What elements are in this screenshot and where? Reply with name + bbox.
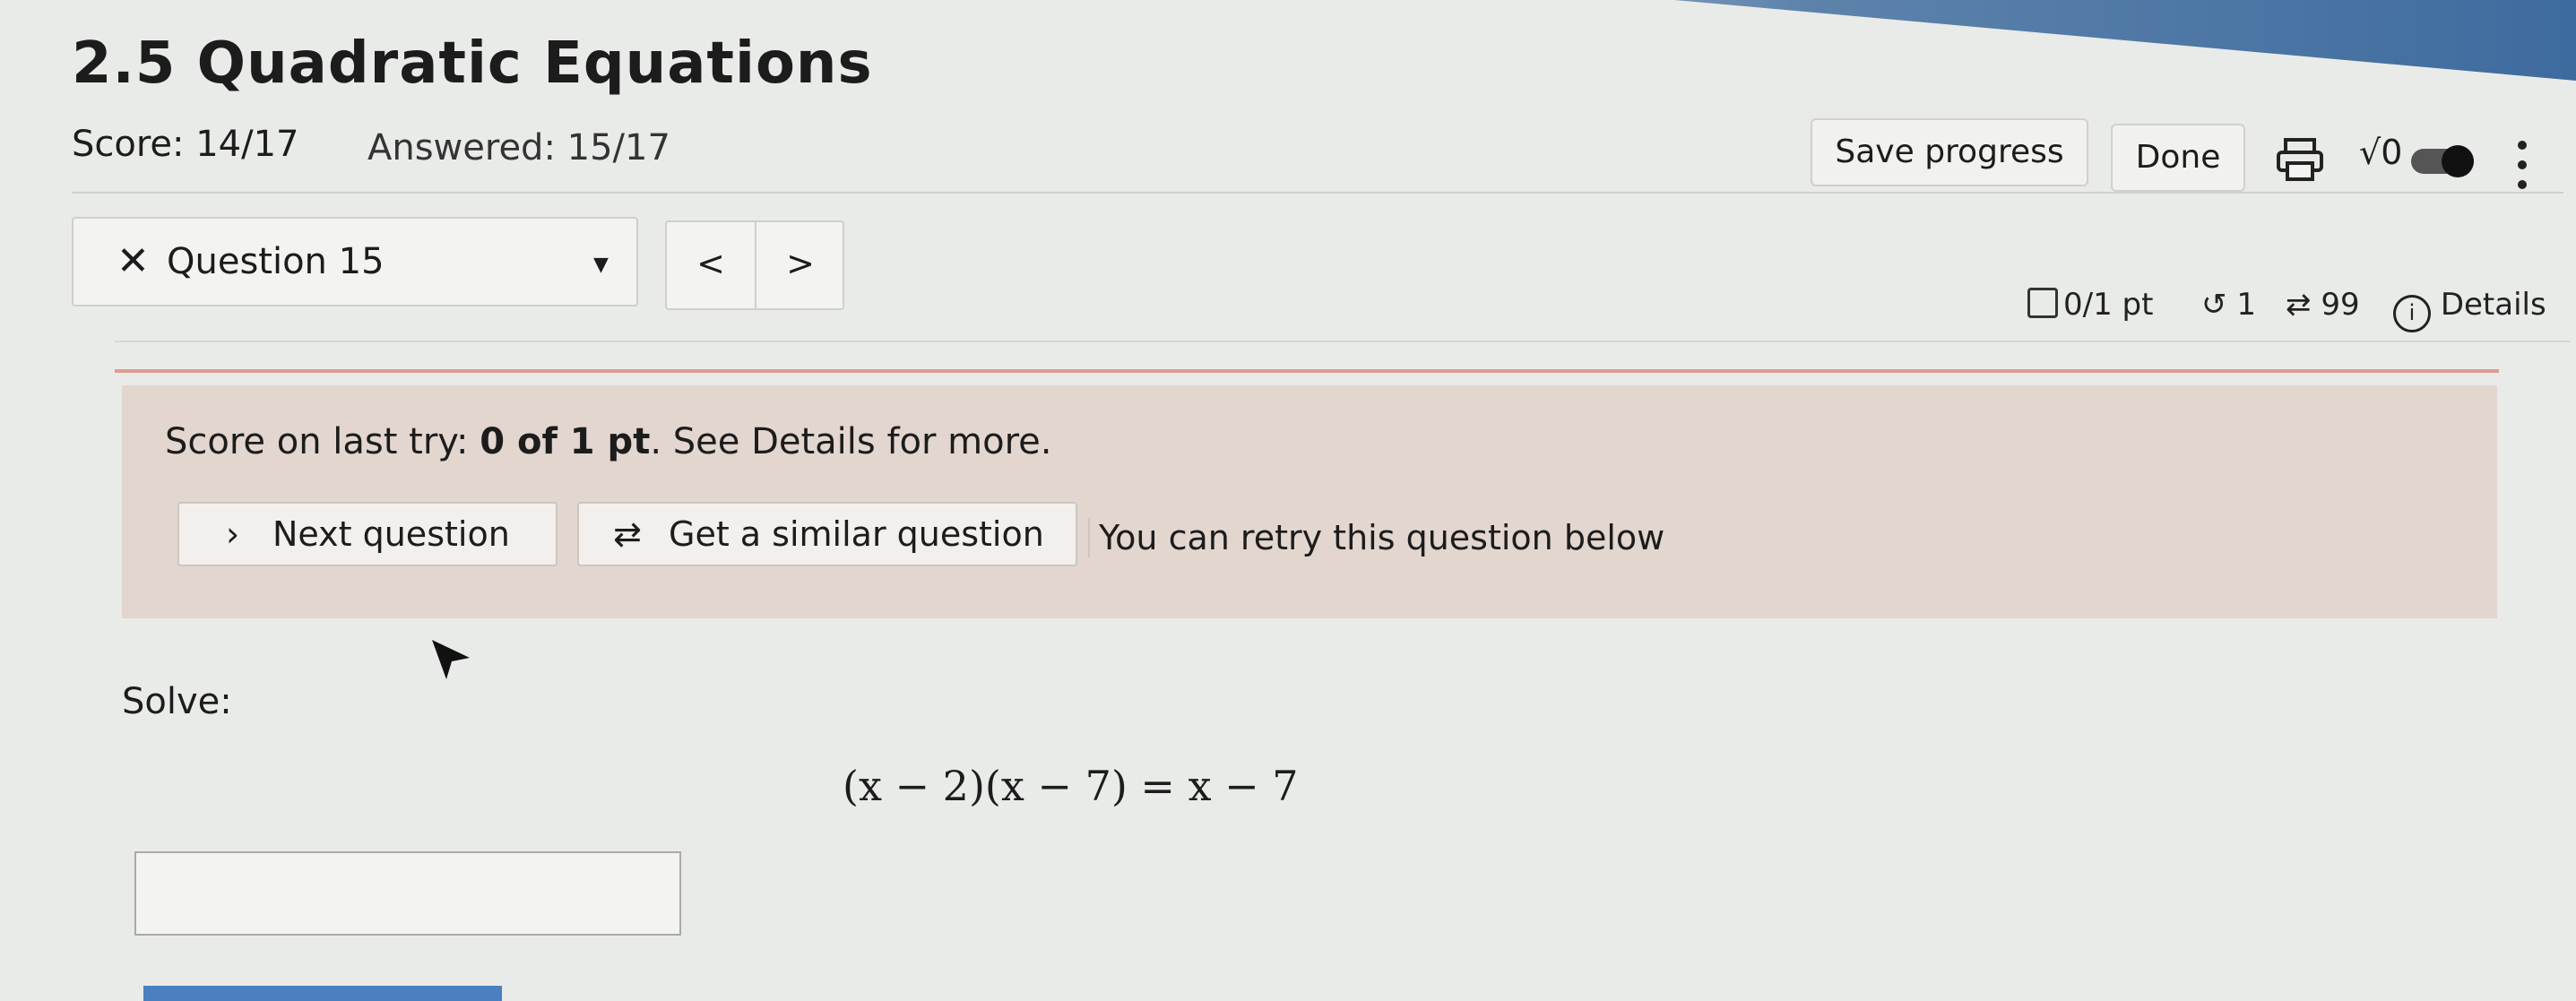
page-title: 2.5 Quadratic Equations <box>72 30 873 97</box>
answered-label: Answered: 15/17 <box>367 127 670 168</box>
points-indicator: 0/1 pt <box>2027 287 2153 323</box>
question-nav: < > <box>665 220 844 310</box>
toggle-switch[interactable] <box>2411 145 2474 177</box>
next-question-button[interactable]: › Next question <box>177 502 558 566</box>
question-select-label: Question 15 <box>167 241 385 282</box>
answer-input[interactable] <box>134 851 681 936</box>
math-toggle-icon[interactable]: √0 <box>2359 133 2476 186</box>
similar-question-label: Get a similar question <box>669 514 1044 554</box>
header-divider <box>72 192 2563 194</box>
next-question-label: Next question <box>272 514 510 554</box>
last-try-suffix: . See Details for more. <box>650 421 1052 462</box>
more-vertical-icon[interactable] <box>2515 138 2529 192</box>
retries-count: 1 <box>2236 287 2256 323</box>
retry-text: You can retry this question below <box>1088 518 1664 557</box>
points-label: 0/1 pt <box>2063 287 2154 323</box>
repeat-icon: ⇄ <box>2286 287 2312 323</box>
done-button[interactable]: Done <box>2111 124 2245 192</box>
attempts-indicator: ⇄ 99 <box>2286 287 2360 323</box>
undo-icon: ↺ <box>2201 287 2227 323</box>
prev-question-button[interactable]: < <box>667 222 756 308</box>
submit-button-edge[interactable] <box>143 986 502 1001</box>
checkbox-icon <box>2027 288 2058 318</box>
similar-question-button[interactable]: ⇄ Get a similar question <box>577 502 1077 566</box>
score-label: Score: 14/17 <box>72 124 299 165</box>
toggle-knob <box>2442 145 2474 177</box>
solve-instruction: Solve: <box>122 681 232 722</box>
details-link[interactable]: i Details <box>2393 287 2546 332</box>
last-try-prefix: Score on last try: <box>165 421 480 462</box>
save-progress-button[interactable]: Save progress <box>1811 118 2088 186</box>
last-try-score: Score on last try: 0 of 1 pt. See Detail… <box>165 421 1052 462</box>
feedback-accent-line <box>115 369 2499 373</box>
meta-divider <box>115 341 2571 342</box>
equation: (x − 2)(x − 7) = x − 7 <box>843 762 1299 810</box>
retries-indicator: ↺ 1 <box>2201 287 2256 323</box>
details-label: Details <box>2440 287 2546 323</box>
repeat-icon: ⇄ <box>613 514 642 554</box>
chevron-right-icon: › <box>226 514 240 554</box>
last-try-value: 0 of 1 pt <box>480 421 651 462</box>
close-icon[interactable]: ✕ <box>117 219 150 305</box>
sqrt-label: √0 <box>2359 133 2403 172</box>
info-icon: i <box>2393 295 2431 332</box>
next-question-arrow-button[interactable]: > <box>756 222 844 308</box>
chevron-down-icon: ▼ <box>593 254 609 276</box>
question-select[interactable]: ✕ Question 15 ▼ <box>72 217 638 306</box>
print-icon[interactable] <box>2275 134 2325 185</box>
mouse-cursor-icon <box>430 638 475 686</box>
attempts-count: 99 <box>2321 287 2360 323</box>
